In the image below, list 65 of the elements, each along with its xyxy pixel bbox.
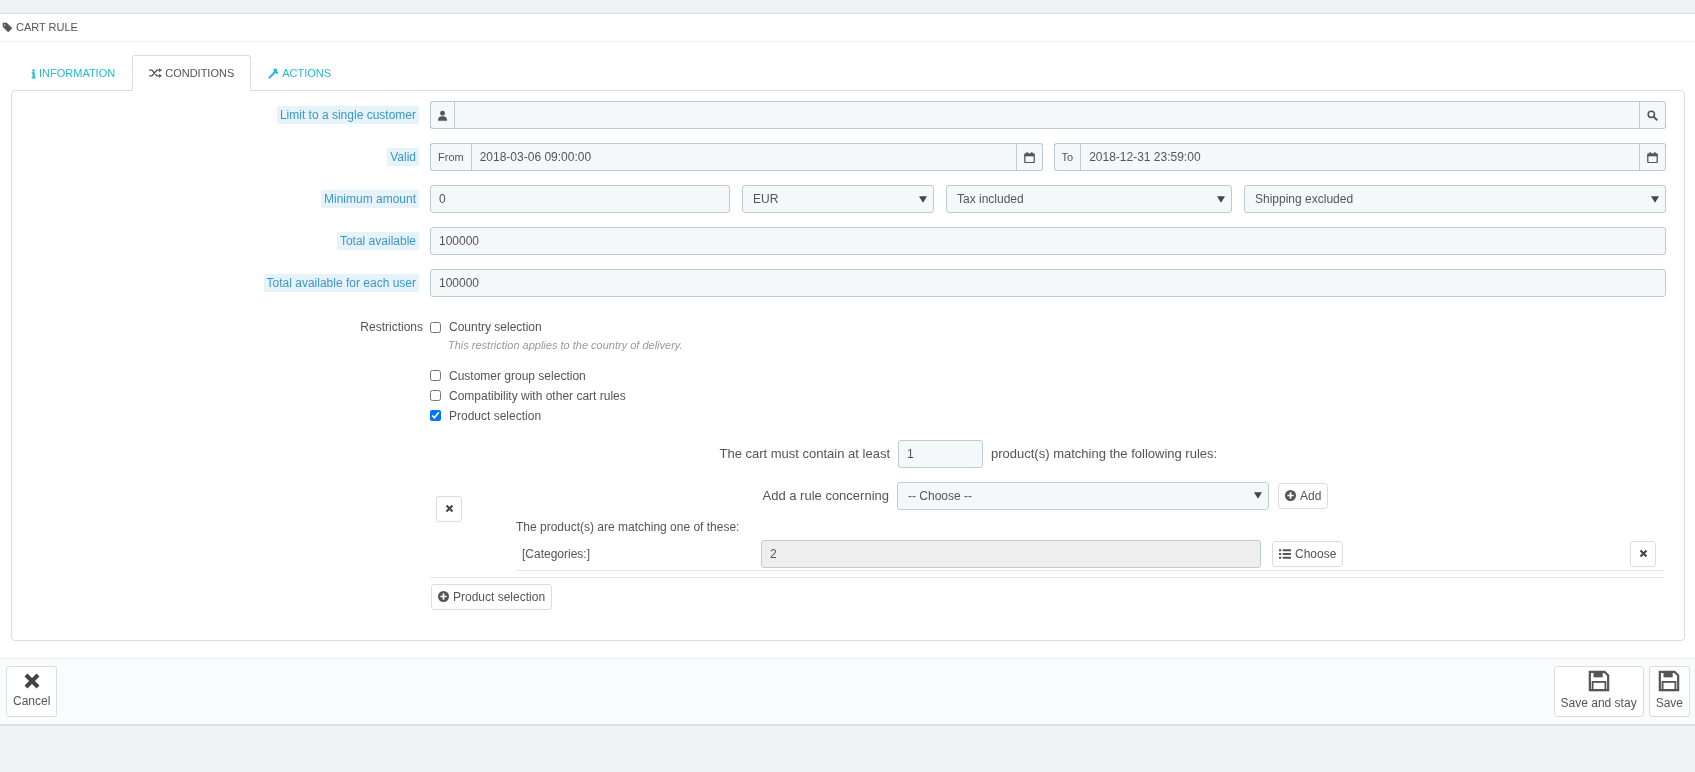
quantity-text: The cart must contain at least [718, 444, 890, 463]
info-icon [31, 67, 36, 79]
shipping-select[interactable]: Shipping excluded [1244, 185, 1666, 213]
close-icon [444, 504, 454, 513]
currency-select[interactable]: EUR [742, 185, 934, 213]
product-selection-button[interactable]: Product selection [431, 583, 553, 610]
plus-circle-icon [1285, 490, 1296, 501]
checkbox[interactable] [430, 321, 441, 333]
category-field[interactable]: 2 [761, 539, 1261, 568]
search-icon [1647, 109, 1658, 121]
choose-button[interactable]: Choose [1272, 540, 1344, 567]
rule-label: Add a rule concerning [761, 486, 889, 505]
per-user-field[interactable]: 100000 [430, 269, 1666, 297]
total-field[interactable]: 100000 [430, 227, 1666, 255]
add-button[interactable]: Add [1278, 482, 1329, 509]
cancel-button[interactable]: Cancel [6, 665, 58, 717]
save-button[interactable]: Save [1648, 665, 1690, 717]
field-label: Minimum amount [320, 190, 419, 208]
calendar-button[interactable] [1640, 143, 1666, 171]
hint-text: This restriction applies to the country of delivery. [448, 338, 684, 353]
checkbox[interactable] [430, 410, 441, 421]
calendar-icon [1647, 151, 1658, 163]
option-label: Customer group selection [449, 367, 586, 385]
field-label: Restrictions [360, 320, 423, 334]
remove-group-button[interactable] [436, 495, 462, 522]
plus-circle-icon [438, 591, 449, 602]
customer-field[interactable] [454, 101, 1640, 129]
from-date-field[interactable]: 2018-03-06 09:00:00 [470, 143, 1017, 171]
to-date-field[interactable]: 2018-12-31 23:59:00 [1080, 143, 1640, 171]
matching-text: The product(s) are matching one of these: [516, 518, 741, 536]
date-addon: To [1053, 143, 1081, 171]
field-label: Total available [336, 232, 419, 250]
user-icon [438, 109, 447, 121]
caret-icon [1217, 195, 1225, 203]
search-button[interactable] [1640, 101, 1666, 129]
date-addon: From [430, 143, 471, 171]
checkbox[interactable] [430, 370, 441, 381]
caret-icon [919, 195, 927, 203]
calendar-button[interactable] [1016, 143, 1043, 171]
checkbox[interactable] [430, 390, 441, 401]
tab[interactable]: CONDITIONS [132, 55, 252, 91]
close-icon [22, 672, 41, 690]
field-label: Limit to a single customer [276, 106, 419, 124]
option-label: Product selection [449, 407, 542, 425]
rule-name: [Categories:] [521, 545, 592, 563]
option-label: Country selection [449, 319, 542, 336]
save-button[interactable]: Save and stay [1553, 665, 1644, 717]
rule-select[interactable]: -- Choose -- [897, 481, 1269, 510]
amount-field[interactable]: 0 [430, 185, 730, 213]
field-label: Total available for each user [263, 274, 419, 292]
close-icon [1638, 549, 1648, 558]
option-label: Compatibility with other cart rules [449, 387, 626, 405]
remove-rule-button[interactable] [1630, 540, 1656, 567]
field-label: Valid [387, 148, 419, 166]
tax-select[interactable]: Tax included [946, 185, 1232, 213]
quantity-field[interactable]: 1 [898, 439, 983, 468]
shuffle-icon [149, 68, 163, 78]
tag-icon [2, 22, 13, 33]
quantity-text: product(s) matching the following rules: [991, 444, 1218, 463]
caret-icon [1254, 492, 1262, 499]
wrench-icon [268, 67, 280, 79]
caret-icon [1651, 195, 1659, 203]
calendar-icon [1023, 151, 1035, 163]
list-icon [1279, 548, 1291, 559]
page-title: CART RULE [16, 20, 78, 36]
